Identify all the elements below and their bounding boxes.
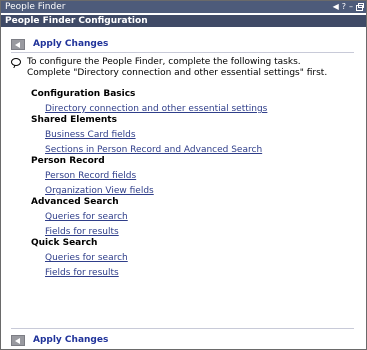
section-configuration-basics: Configuration Basics Directory connectio… — [31, 89, 354, 115]
divider-bottom — [11, 328, 354, 329]
section-advanced-search: Advanced Search Queries for search Field… — [31, 197, 354, 238]
link-organization-view-fields[interactable]: Organization View fields — [45, 186, 354, 197]
restore-icon[interactable] — [356, 2, 364, 11]
link-quick-fields-results[interactable]: Fields for results — [45, 268, 354, 279]
top-apply-row: Apply Changes — [11, 36, 354, 52]
link-directory-connection[interactable]: Directory connection and other essential… — [45, 104, 354, 115]
page-title: People Finder Configuration — [1, 15, 366, 27]
link-advanced-queries[interactable]: Queries for search — [45, 212, 354, 223]
section-quick-search: Quick Search Queries for search Fields f… — [31, 238, 354, 279]
window-titlebar: People Finder ◀ ? – — [1, 1, 366, 13]
window-controls: ◀ ? – — [333, 2, 364, 12]
back-arrow-icon[interactable] — [11, 334, 25, 346]
section-title: Person Record — [31, 156, 105, 166]
apply-changes-button-bottom[interactable]: Apply Changes — [33, 335, 108, 345]
link-quick-queries[interactable]: Queries for search — [45, 253, 354, 264]
section-title: Quick Search — [31, 238, 98, 248]
window-title: People Finder — [5, 2, 66, 12]
divider-top — [11, 52, 354, 53]
back-arrow-icon[interactable] — [11, 38, 25, 50]
section-title: Configuration Basics — [31, 89, 136, 99]
task-sections: Configuration Basics Directory connectio… — [31, 89, 354, 279]
bottom-apply-area: Apply Changes — [11, 328, 354, 348]
help-icon[interactable]: ? — [342, 2, 346, 12]
minimize-icon[interactable]: – — [349, 2, 353, 12]
link-business-card-fields[interactable]: Business Card fields — [45, 130, 354, 141]
link-sections-person-record[interactable]: Sections in Person Record and Advanced S… — [45, 145, 354, 156]
main-content: Apply Changes To configure the People Fi… — [1, 36, 366, 279]
portlet-window: People Finder ◀ ? – People Finder Config… — [0, 0, 367, 350]
section-title: Shared Elements — [31, 115, 117, 125]
intro-text: To configure the People Finder, complete… — [27, 57, 328, 78]
arrow-left-icon[interactable]: ◀ — [333, 2, 339, 12]
section-person-record: Person Record Person Record fields Organ… — [31, 156, 354, 197]
speech-bubble-icon — [11, 58, 21, 66]
section-title: Advanced Search — [31, 197, 119, 207]
apply-changes-button-top[interactable]: Apply Changes — [33, 39, 108, 49]
section-shared-elements: Shared Elements Business Card fields Sec… — [31, 115, 354, 156]
intro-message: To configure the People Finder, complete… — [11, 57, 354, 79]
bottom-apply-row: Apply Changes — [11, 332, 354, 348]
link-advanced-fields-results[interactable]: Fields for results — [45, 227, 354, 238]
link-person-record-fields[interactable]: Person Record fields — [45, 171, 354, 182]
